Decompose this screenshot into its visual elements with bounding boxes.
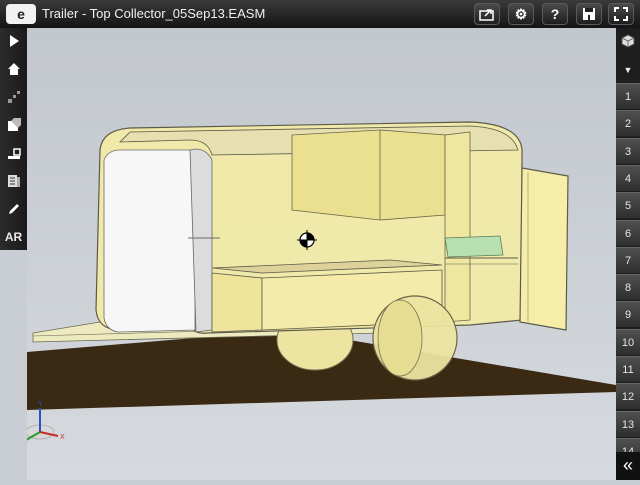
step-button-1[interactable]: 1 <box>616 83 640 109</box>
fullscreen-button[interactable] <box>608 3 634 25</box>
steps-dropdown[interactable]: ▼ <box>616 58 640 82</box>
share-icon <box>479 9 494 21</box>
green-box <box>444 235 504 258</box>
play-button[interactable] <box>0 28 27 55</box>
fullscreen-icon <box>614 7 628 21</box>
axis-label-y: Y <box>38 401 43 408</box>
collapse-panel-button[interactable]: « <box>616 452 640 480</box>
step-button-6[interactable]: 6 <box>616 219 640 246</box>
step-button-3[interactable]: 3 <box>616 137 640 164</box>
ar-button[interactable]: AR <box>0 224 27 251</box>
top-toolbar: e Trailer - Top Collector_05Sep13.EASM ⚙… <box>0 0 640 29</box>
app-logo-button[interactable]: e <box>6 4 36 24</box>
settings-button[interactable]: ⚙ <box>508 3 534 25</box>
model-scene: Y X Z <box>20 121 616 445</box>
step-button-8[interactable]: 8 <box>616 274 640 301</box>
cube-icon <box>621 34 635 48</box>
rear-door <box>519 167 569 331</box>
play-icon <box>9 35 19 47</box>
help-button[interactable]: ? <box>542 3 568 25</box>
section-icon <box>7 175 20 187</box>
step-button-9[interactable]: 9 <box>616 301 640 328</box>
help-label: ? <box>550 6 560 22</box>
markup-button[interactable] <box>0 196 27 223</box>
front-door <box>103 149 196 333</box>
home-icon <box>7 63 20 75</box>
home-button[interactable] <box>0 56 27 83</box>
step-button-11[interactable]: 11 <box>616 356 640 382</box>
step-button-2[interactable]: 2 <box>616 110 640 137</box>
axis-label-x: X <box>60 434 65 441</box>
view-cube-button[interactable] <box>616 28 640 54</box>
measure-icon <box>7 148 21 159</box>
gear-icon: ⚙ <box>514 6 528 22</box>
step-button-13[interactable]: 13 <box>616 410 640 437</box>
share-button[interactable] <box>474 3 500 25</box>
step-button-12[interactable]: 12 <box>616 383 640 410</box>
3d-viewport[interactable]: Y X Z <box>20 28 616 480</box>
measure-button[interactable] <box>0 140 27 167</box>
step-button-10[interactable]: 10 <box>616 328 640 355</box>
step-button-4[interactable]: 4 <box>616 164 640 191</box>
view-button[interactable] <box>0 112 27 139</box>
step-button-5[interactable]: 5 <box>616 192 640 219</box>
explode-button[interactable] <box>0 84 27 111</box>
document-title: Trailer - Top Collector_05Sep13.EASM <box>42 6 266 21</box>
left-toolbar: AR <box>0 28 27 250</box>
explode-icon <box>7 91 20 103</box>
markup-pen-icon <box>8 204 19 214</box>
step-button-7[interactable]: 7 <box>616 246 640 273</box>
view-icon <box>7 118 21 131</box>
right-step-panel: ▼ 1234567891011121314 « <box>616 28 640 480</box>
section-button[interactable] <box>0 168 27 195</box>
save-button[interactable] <box>576 3 602 25</box>
save-icon <box>583 8 595 20</box>
upper-cabinet <box>291 129 446 221</box>
